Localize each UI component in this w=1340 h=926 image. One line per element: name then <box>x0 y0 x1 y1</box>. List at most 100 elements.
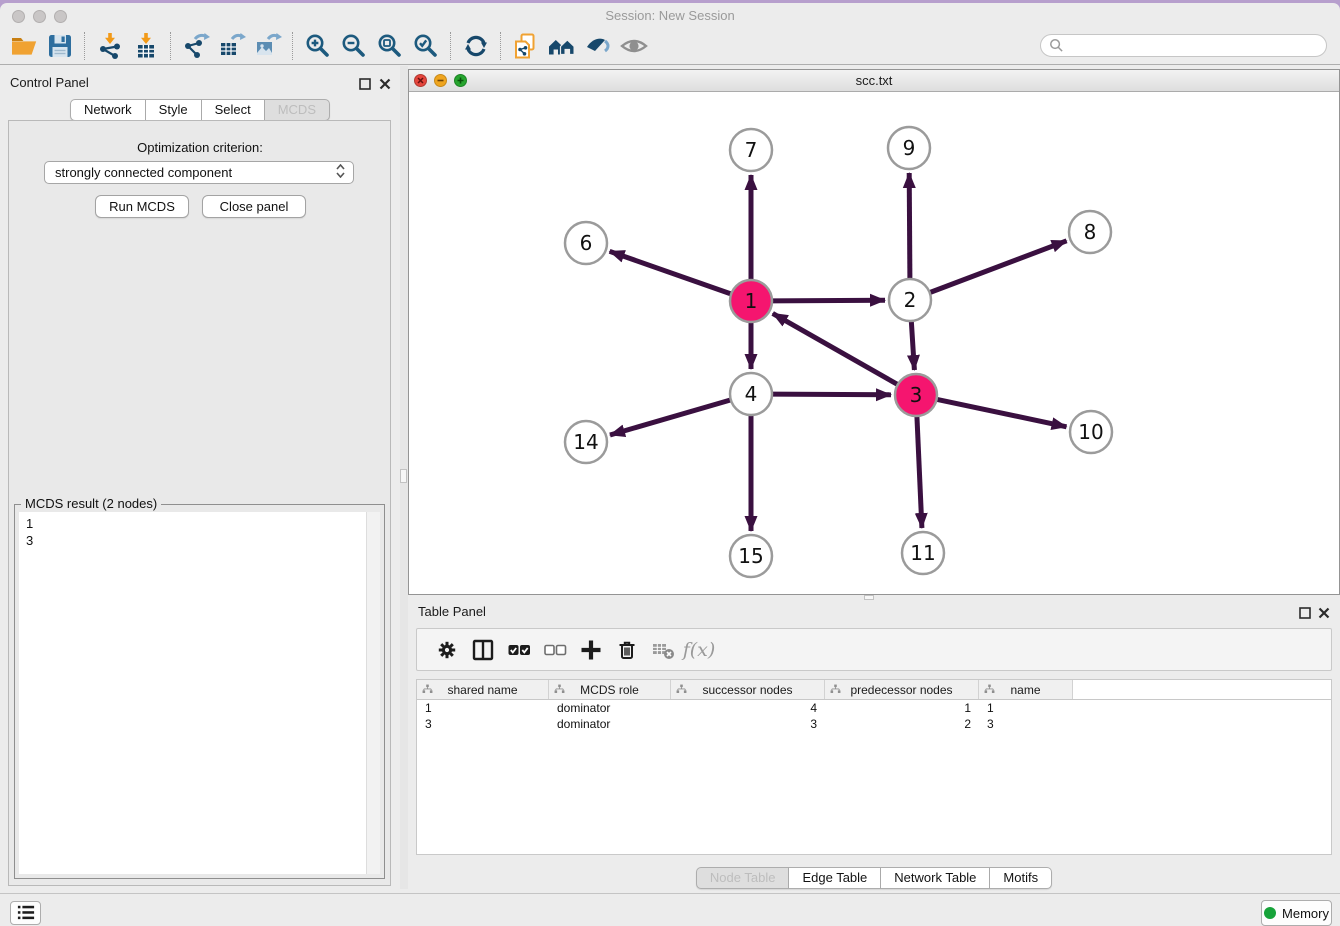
delete-table-button[interactable] <box>645 633 681 667</box>
network-canvas[interactable]: 7 9 6 8 1 2 4 3 14 10 15 11 <box>409 92 1339 594</box>
show-column-panel-button[interactable] <box>465 633 501 667</box>
edge-1-6[interactable] <box>610 251 732 294</box>
open-folder-icon <box>10 32 38 60</box>
table-panel-title: Table Panel <box>418 604 486 619</box>
node-8[interactable]: 8 <box>1069 211 1111 253</box>
open-session-button[interactable] <box>6 30 42 62</box>
column-label: successor nodes <box>702 683 792 697</box>
memory-status-dot <box>1264 907 1276 919</box>
title-bar: Session: New Session <box>0 3 1340 27</box>
zoom-selected-button[interactable] <box>408 30 444 62</box>
select-all-columns-button[interactable] <box>501 633 537 667</box>
node-15[interactable]: 15 <box>730 535 772 577</box>
show-hide-graphics-button[interactable] <box>580 30 616 62</box>
toolbar-separator <box>84 32 86 60</box>
memory-button[interactable]: Memory <box>1261 900 1332 926</box>
create-column-button[interactable] <box>573 633 609 667</box>
zoom-fit-button[interactable] <box>372 30 408 62</box>
close-panel-button[interactable]: Close panel <box>202 195 306 218</box>
table-tab-edge-table[interactable]: Edge Table <box>789 867 881 889</box>
network-resize-grip[interactable] <box>864 595 874 600</box>
show-hide-annotations-button[interactable] <box>616 30 652 62</box>
export-network-button[interactable] <box>178 30 214 62</box>
search-input[interactable] <box>1069 37 1313 54</box>
node-4[interactable]: 4 <box>730 373 772 415</box>
edge-2-3[interactable] <box>911 321 914 370</box>
edge-3-1[interactable] <box>773 313 898 384</box>
save-session-button[interactable] <box>42 30 78 62</box>
mcds-result-area[interactable]: 1 3 <box>19 512 380 874</box>
node-1[interactable]: 1 <box>730 280 772 322</box>
table-tab-node-table[interactable]: Node Table <box>696 867 790 889</box>
edge-3-10[interactable] <box>937 399 1067 427</box>
run-mcds-button[interactable]: Run MCDS <box>95 195 189 218</box>
node-9[interactable]: 9 <box>888 127 930 169</box>
cell-shared-name: 3 <box>417 717 549 731</box>
table-row[interactable]: 1dominator411 <box>417 700 1331 716</box>
tab-style[interactable]: Style <box>146 99 202 121</box>
column-label: MCDS role <box>580 683 639 697</box>
close-table-panel-icon[interactable] <box>1318 606 1330 624</box>
search-field[interactable] <box>1040 34 1327 57</box>
table-body: 1dominator4113dominator323 <box>417 700 1331 732</box>
node-10[interactable]: 10 <box>1070 411 1112 453</box>
first-neighbors-button[interactable] <box>544 30 580 62</box>
cell-predecessor-nodes: 2 <box>825 717 979 731</box>
cell-successor-nodes: 3 <box>671 717 825 731</box>
divider-grip[interactable] <box>400 469 407 483</box>
edge-3-11[interactable] <box>917 416 922 528</box>
tab-network[interactable]: Network <box>70 99 146 121</box>
svg-text:15: 15 <box>738 544 763 568</box>
column-header-successor-nodes[interactable]: successor nodes <box>671 680 825 699</box>
zoom-out-button[interactable] <box>336 30 372 62</box>
edge-2-9[interactable] <box>909 173 910 279</box>
table-row[interactable]: 3dominator323 <box>417 716 1331 732</box>
column-header-name[interactable]: name <box>979 680 1073 699</box>
function-builder-button[interactable]: f(x) <box>681 633 717 667</box>
tab-mcds[interactable]: MCDS <box>265 99 330 121</box>
tab-select[interactable]: Select <box>202 99 265 121</box>
optimization-criterion-label: Optimization criterion: <box>0 140 400 155</box>
node-11[interactable]: 11 <box>902 532 944 574</box>
refresh-button[interactable] <box>458 30 494 62</box>
table-settings-button[interactable] <box>429 633 465 667</box>
export-image-button[interactable] <box>250 30 286 62</box>
node-6[interactable]: 6 <box>565 222 607 264</box>
export-table-button[interactable] <box>214 30 250 62</box>
result-scrollbar[interactable] <box>366 512 380 874</box>
column-header-predecessor-nodes[interactable]: predecessor nodes <box>825 680 979 699</box>
application-window: Session: New Session <box>0 0 1340 926</box>
node-3[interactable]: 3 <box>895 374 937 416</box>
edge-4-3[interactable] <box>772 394 891 395</box>
column-label: predecessor nodes <box>850 683 952 697</box>
network-graph: 7 9 6 8 1 2 4 3 14 10 15 11 <box>409 92 1339 594</box>
close-panel-icon[interactable] <box>379 77 391 95</box>
edge-2-8[interactable] <box>930 241 1067 293</box>
node-7[interactable]: 7 <box>730 129 772 171</box>
task-history-button[interactable] <box>10 901 41 925</box>
svg-text:1: 1 <box>745 289 758 313</box>
import-table-button[interactable] <box>128 30 164 62</box>
node-2[interactable]: 2 <box>889 279 931 321</box>
network-window-titlebar[interactable]: scc.txt <box>409 70 1339 92</box>
column-header-MCDS-role[interactable]: MCDS role <box>549 680 671 699</box>
node-14[interactable]: 14 <box>565 421 607 463</box>
unselect-all-columns-button[interactable] <box>537 633 573 667</box>
edge-4-14[interactable] <box>610 400 731 435</box>
float-panel-icon[interactable] <box>359 77 371 95</box>
hierarchy-icon <box>676 684 687 698</box>
column-header-shared-name[interactable]: shared name <box>417 680 549 699</box>
criterion-select[interactable]: strongly connected component <box>44 161 354 184</box>
table-tab-network-table[interactable]: Network Table <box>881 867 990 889</box>
float-table-panel-icon[interactable] <box>1299 606 1311 624</box>
svg-text:14: 14 <box>573 430 598 454</box>
zoom-in-button[interactable] <box>300 30 336 62</box>
table-tab-motifs[interactable]: Motifs <box>990 867 1052 889</box>
edge-1-2[interactable] <box>772 300 885 301</box>
import-network-button[interactable] <box>92 30 128 62</box>
delete-column-button[interactable] <box>609 633 645 667</box>
panel-divider[interactable] <box>400 66 408 889</box>
svg-text:2: 2 <box>904 288 917 312</box>
clone-network-button[interactable] <box>508 30 544 62</box>
import-table-icon <box>132 32 160 60</box>
